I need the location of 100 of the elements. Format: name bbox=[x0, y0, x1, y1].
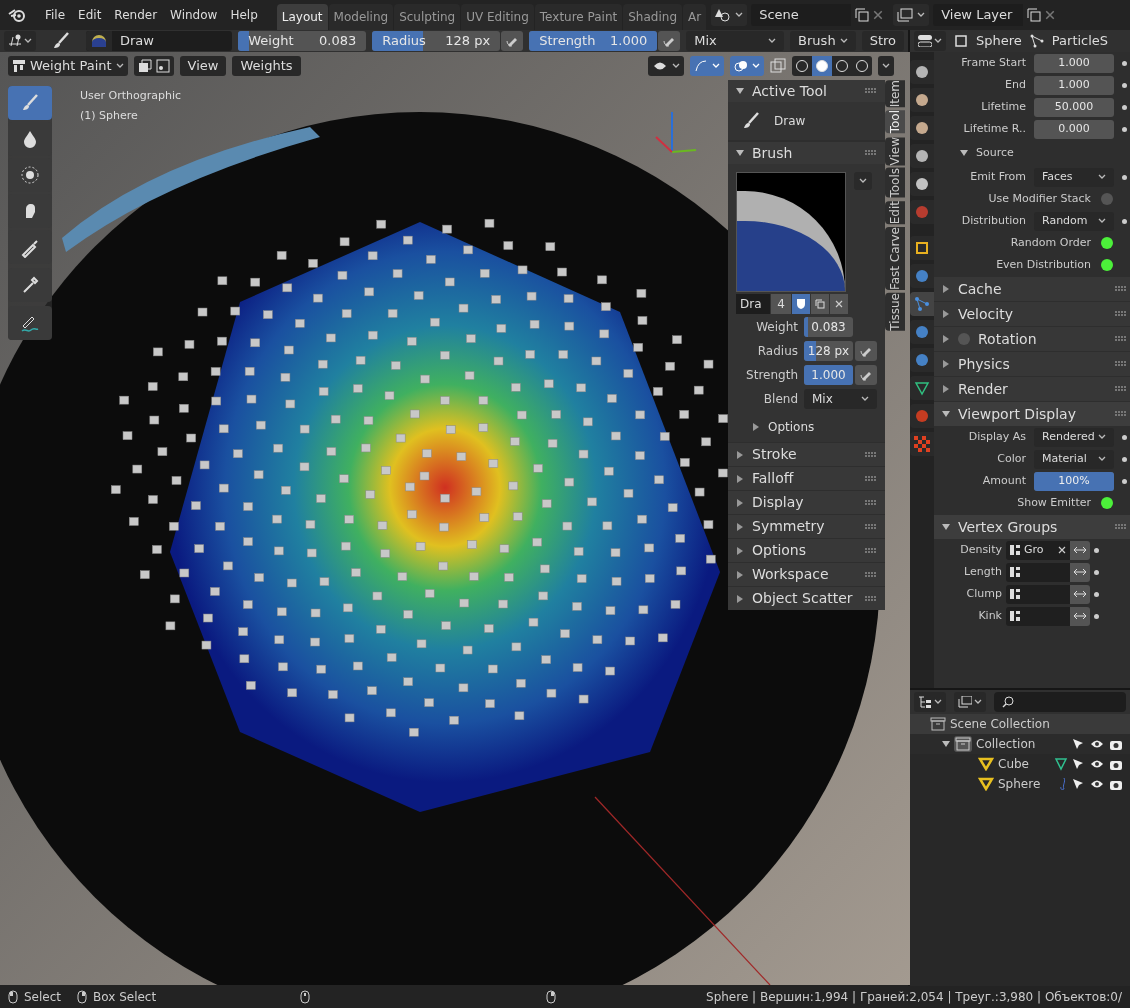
panel-header[interactable]: Display bbox=[728, 491, 885, 514]
header-menu[interactable]: Stro bbox=[861, 31, 904, 51]
tool-settings-button[interactable] bbox=[4, 31, 36, 51]
brush-list-button[interactable] bbox=[854, 172, 872, 190]
drag-handle-icon[interactable] bbox=[865, 523, 877, 530]
close-icon[interactable] bbox=[835, 300, 843, 308]
drag-handle-icon[interactable] bbox=[865, 499, 877, 506]
workspace-tab[interactable]: Sculpting bbox=[394, 4, 461, 30]
dropdown[interactable]: Rendered bbox=[1034, 427, 1114, 447]
panel-header[interactable]: Falloff bbox=[728, 467, 885, 490]
properties-tab[interactable] bbox=[910, 348, 934, 372]
panel-header[interactable]: Options bbox=[728, 539, 885, 562]
panel-header[interactable]: Stroke bbox=[728, 443, 885, 466]
number-field[interactable]: 0.000 bbox=[1034, 119, 1114, 139]
cursor-select-icon[interactable] bbox=[1072, 778, 1084, 790]
collapsed-arrow-icon[interactable] bbox=[942, 360, 950, 368]
brush-name-field[interactable]: Dra bbox=[736, 294, 770, 314]
view-layer-selector[interactable] bbox=[893, 4, 930, 26]
copy-icon[interactable] bbox=[855, 8, 870, 22]
invert-button[interactable] bbox=[1070, 584, 1090, 604]
workspace-tab[interactable]: Modeling bbox=[328, 4, 394, 30]
collapsed-arrow-icon[interactable] bbox=[736, 450, 744, 459]
overlay-button[interactable] bbox=[730, 56, 764, 76]
outliner-row[interactable]: Scene Collection bbox=[910, 714, 1130, 734]
vertex-group-field[interactable]: Gro bbox=[1006, 540, 1070, 560]
display-mode-button[interactable] bbox=[914, 692, 946, 712]
number-field[interactable]: 50.000 bbox=[1034, 97, 1114, 117]
drag-handle-icon[interactable] bbox=[1115, 524, 1127, 530]
drag-handle-icon[interactable] bbox=[865, 451, 877, 458]
value-slider[interactable]: 0.083 bbox=[804, 317, 853, 337]
invert-button[interactable] bbox=[1070, 562, 1090, 582]
properties-tab[interactable] bbox=[910, 60, 934, 84]
xray-icon[interactable] bbox=[770, 58, 786, 74]
blend-dropdown[interactable]: Mix bbox=[686, 31, 785, 51]
panel-header[interactable]: Symmetry bbox=[728, 515, 885, 538]
sidebar-tab[interactable]: Item bbox=[885, 80, 905, 108]
collapsed-arrow-icon[interactable] bbox=[942, 310, 950, 318]
eye-icon[interactable] bbox=[1090, 739, 1104, 749]
visibility-button[interactable] bbox=[648, 56, 684, 76]
drag-handle-icon[interactable] bbox=[1115, 336, 1127, 342]
gizmo-button[interactable] bbox=[690, 56, 724, 76]
copy-icon[interactable] bbox=[1027, 8, 1042, 22]
collapsed-arrow-icon[interactable] bbox=[736, 522, 744, 531]
properties-tab[interactable] bbox=[910, 172, 934, 196]
drag-handle-icon[interactable] bbox=[1115, 386, 1127, 392]
eye-icon[interactable] bbox=[1090, 779, 1104, 789]
selection-mask-buttons[interactable] bbox=[133, 56, 174, 76]
sidebar-tab[interactable]: Fast Carve bbox=[885, 226, 905, 290]
drag-handle-icon[interactable] bbox=[1115, 361, 1127, 367]
blend-dropdown[interactable]: Mix bbox=[804, 389, 877, 409]
fake-user-button[interactable] bbox=[792, 294, 810, 314]
panel-header[interactable]: Brush bbox=[728, 142, 885, 164]
vertex-group-field[interactable] bbox=[1006, 562, 1070, 582]
panel-header[interactable]: Active Tool bbox=[728, 80, 885, 102]
header-menu[interactable]: View bbox=[179, 56, 227, 76]
view-layer-name-field[interactable]: View Layer bbox=[933, 4, 1024, 26]
properties-tab[interactable] bbox=[910, 320, 934, 344]
number-field[interactable]: 1.000 bbox=[1034, 53, 1114, 73]
filter-button[interactable] bbox=[954, 692, 986, 712]
dropdown[interactable]: Material bbox=[1034, 449, 1114, 469]
sidebar-tab[interactable]: View bbox=[885, 136, 905, 166]
collapsed-arrow-icon[interactable] bbox=[942, 385, 950, 393]
invert-button[interactable] bbox=[1070, 606, 1090, 626]
header-menu[interactable]: Brush bbox=[790, 31, 856, 51]
collapsed-arrow-icon[interactable] bbox=[942, 335, 950, 343]
blender-logo-icon[interactable] bbox=[8, 7, 26, 23]
panel-header[interactable]: Viewport Display bbox=[934, 402, 1130, 426]
collapsed-arrow-icon[interactable] bbox=[736, 594, 744, 603]
menu-item[interactable]: Edit bbox=[72, 6, 108, 24]
brush-selector[interactable]: Draw bbox=[86, 31, 233, 51]
header-slider[interactable]: Strength 1.000 bbox=[529, 31, 658, 51]
shading-options-button[interactable] bbox=[878, 56, 894, 76]
sidebar-tab[interactable]: Edit bbox=[885, 200, 905, 224]
shading-button[interactable] bbox=[812, 56, 832, 76]
workspace-tab[interactable]: Texture Paint bbox=[534, 4, 623, 30]
pressure-button[interactable] bbox=[855, 341, 877, 361]
panel-header[interactable]: Vertex Groups bbox=[934, 515, 1130, 539]
properties-tab[interactable] bbox=[910, 432, 934, 456]
workspace-tab[interactable]: Shading bbox=[623, 4, 682, 30]
properties-tab[interactable] bbox=[910, 264, 934, 288]
collapsed-arrow-icon[interactable] bbox=[736, 498, 744, 507]
properties-tab[interactable] bbox=[910, 376, 934, 400]
panel-header[interactable]: Physics bbox=[934, 352, 1130, 376]
value-slider[interactable]: 100% bbox=[1034, 471, 1114, 491]
panel-checkbox[interactable] bbox=[958, 333, 970, 345]
eye-icon[interactable] bbox=[1090, 759, 1104, 769]
expanded-arrow-icon[interactable] bbox=[736, 149, 744, 157]
drag-handle-icon[interactable] bbox=[1115, 286, 1127, 292]
expanded-arrow-icon[interactable] bbox=[960, 149, 968, 157]
number-field[interactable]: 1.000 bbox=[1034, 75, 1114, 95]
menu-item[interactable]: Window bbox=[164, 6, 224, 24]
vertex-group-field[interactable] bbox=[1006, 584, 1070, 604]
collapsed-arrow-icon[interactable] bbox=[942, 285, 950, 293]
invert-button[interactable] bbox=[1070, 540, 1090, 560]
subpanel-header[interactable]: Options bbox=[736, 412, 877, 442]
panel-header[interactable]: Workspace bbox=[728, 563, 885, 586]
subpanel-header[interactable]: Source bbox=[934, 140, 1130, 166]
workspace-tab[interactable]: Ar bbox=[683, 4, 707, 30]
drag-handle-icon[interactable] bbox=[1115, 411, 1127, 417]
expanded-arrow-icon[interactable] bbox=[736, 87, 744, 95]
